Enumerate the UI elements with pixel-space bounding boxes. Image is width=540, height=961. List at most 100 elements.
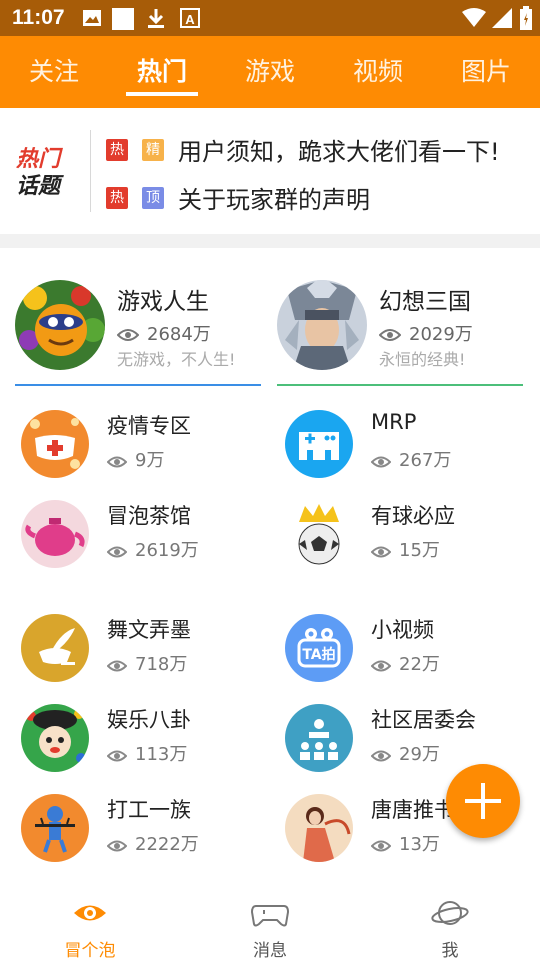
- eye-icon: [379, 329, 401, 341]
- category-name: 社区居委会: [371, 708, 476, 732]
- hot-topics-logo: 热门 话题: [16, 146, 76, 206]
- category-views-count: 22万: [399, 654, 440, 675]
- status-time: 11:07: [12, 6, 65, 29]
- category-views-count: 2222万: [135, 834, 199, 855]
- soccer-crown-icon: [285, 500, 353, 568]
- hot-badge: 热: [106, 138, 128, 161]
- category-item-gossip[interactable]: 娱乐八卦 113万: [15, 698, 255, 778]
- featured-card-fantasy-three-kingdoms[interactable]: 幻想三国 2029万 永恒的经典!: [277, 276, 523, 386]
- section-separator: [0, 234, 540, 248]
- bottom-nav-bubble[interactable]: 冒个泡: [0, 884, 180, 961]
- category-name: 打工一族: [107, 798, 191, 822]
- tab-video[interactable]: 视频: [324, 36, 432, 108]
- image-notification-icon: [83, 10, 101, 26]
- bottom-nav-label: 冒个泡: [64, 941, 116, 961]
- hot-topics-panel: 热门 话题 热精用户须知，跪求大佬们看一下! 热顶关于玩家群的声明: [0, 108, 540, 234]
- featured-name: 幻想三国: [379, 289, 471, 315]
- category-views-count: 29万: [399, 744, 440, 765]
- category-item-writing[interactable]: 舞文弄墨 718万: [15, 608, 255, 688]
- pinned-badge: 顶: [142, 186, 164, 209]
- video-shoot-icon: TA拍: [285, 614, 353, 682]
- eye-icon: [371, 456, 391, 468]
- bottom-nav-label: 我: [441, 941, 459, 961]
- tab-hot[interactable]: 热门: [108, 36, 216, 108]
- category-name: 舞文弄墨: [107, 618, 191, 642]
- download-icon: [148, 9, 164, 28]
- hot-divider: [90, 130, 91, 212]
- featured-views: 2684万: [117, 320, 211, 346]
- mask-icon: [21, 410, 89, 478]
- eye-icon: [107, 840, 127, 852]
- wifi-icon: [462, 8, 486, 27]
- worker-icon: [21, 794, 89, 862]
- category-item-ball[interactable]: 有球必应 15万: [279, 494, 519, 574]
- category-item-teahouse[interactable]: 冒泡茶馆 2619万: [15, 494, 255, 574]
- category-views: 2619万: [107, 536, 199, 562]
- hot-logo-line1: 热门: [16, 147, 61, 172]
- category-views: 113万: [107, 740, 187, 766]
- book-recommend-icon: [285, 794, 353, 862]
- featured-underline: [15, 384, 261, 386]
- gamepad-app-icon: [285, 410, 353, 478]
- bottom-nav-label: 消息: [253, 941, 287, 961]
- plus-icon: [465, 783, 501, 819]
- video-icon-text: TA拍: [302, 646, 335, 663]
- eye-icon: [107, 750, 127, 762]
- category-name: 唐唐推书: [371, 798, 455, 822]
- add-post-button[interactable]: [446, 764, 520, 838]
- category-views-count: 2619万: [135, 540, 199, 561]
- hot-topic-item[interactable]: 热精用户须知，跪求大佬们看一下!: [106, 132, 500, 166]
- featured-views-count: 2684万: [147, 324, 211, 345]
- category-views: 2222万: [107, 830, 199, 856]
- featured-views-count: 2029万: [409, 324, 473, 345]
- featured-views: 2029万: [379, 320, 473, 346]
- featured-name: 游戏人生: [117, 289, 209, 315]
- tab-follow[interactable]: 关注: [0, 36, 108, 108]
- quill-ink-icon: [21, 614, 89, 682]
- eye-icon: [74, 905, 106, 921]
- eye-icon: [107, 660, 127, 672]
- hot-topic-item[interactable]: 热顶关于玩家群的声明: [106, 180, 370, 214]
- hot-topic-title: 用户须知，跪求大佬们看一下!: [178, 138, 500, 166]
- tab-games[interactable]: 游戏: [216, 36, 324, 108]
- hot-badge: 热: [106, 186, 128, 209]
- tab-images[interactable]: 图片: [432, 36, 540, 108]
- category-views: 267万: [371, 446, 451, 472]
- gossip-face-icon: [21, 704, 89, 772]
- category-views: 22万: [371, 650, 440, 676]
- game-life-avatar: [15, 280, 105, 370]
- category-name: 冒泡茶馆: [107, 504, 191, 528]
- bottom-nav-bar: 冒个泡 消息 我: [0, 884, 540, 961]
- hot-logo-line2: 话题: [16, 174, 61, 199]
- category-views-count: 13万: [399, 834, 440, 855]
- featured-tagline: 永恒的经典!: [379, 350, 466, 369]
- category-views: 9万: [107, 446, 164, 472]
- category-item-workers[interactable]: 打工一族 2222万: [15, 788, 255, 868]
- category-views-count: 9万: [135, 450, 165, 471]
- category-name: MRP: [371, 410, 417, 434]
- featured-badge: 精: [142, 138, 164, 161]
- fantasy-three-kingdoms-avatar: [277, 280, 367, 370]
- category-item-epidemic[interactable]: 疫情专区 9万: [15, 404, 255, 484]
- font-icon: A: [180, 8, 200, 28]
- active-tab-indicator: [126, 92, 198, 96]
- category-views: 15万: [371, 536, 440, 562]
- top-tab-bar: 关注 热门 游戏 视频 图片: [0, 36, 540, 108]
- eye-icon: [371, 546, 391, 558]
- category-views-count: 267万: [399, 450, 452, 471]
- category-name: 疫情专区: [107, 414, 191, 438]
- category-views: 13万: [371, 830, 440, 856]
- category-item-mrp[interactable]: MRP 267万: [279, 404, 519, 484]
- eye-icon: [107, 546, 127, 558]
- category-name: 娱乐八卦: [107, 708, 191, 732]
- featured-card-game-life[interactable]: 游戏人生 2684万 无游戏，不人生!: [15, 276, 261, 386]
- blank-notification-icon: [112, 8, 134, 30]
- category-item-short-video[interactable]: TA拍 小视频 22万: [279, 608, 519, 688]
- category-name: 有球必应: [371, 504, 455, 528]
- battery-icon: [520, 6, 532, 30]
- featured-underline: [277, 384, 523, 386]
- teapot-icon: [21, 500, 89, 568]
- category-name: 小视频: [371, 618, 434, 642]
- bottom-nav-messages[interactable]: 消息: [180, 884, 360, 961]
- bottom-nav-me[interactable]: 我: [360, 884, 540, 961]
